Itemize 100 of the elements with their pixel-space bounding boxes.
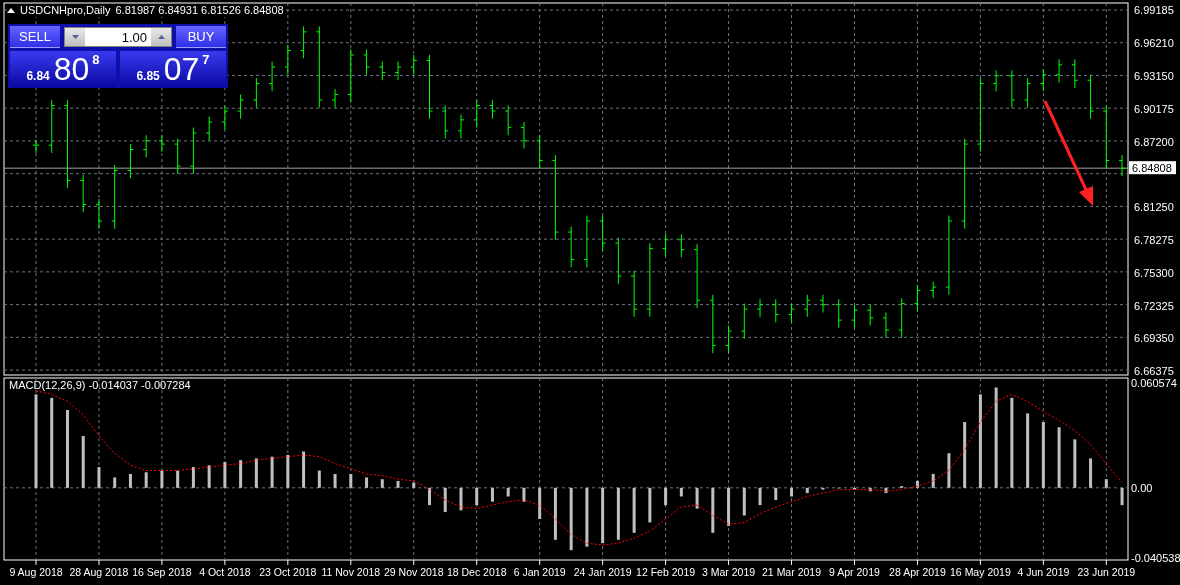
macd-bar [585, 487, 589, 547]
macd-bar [396, 480, 400, 488]
date-label: 4 Jun 2019 [1017, 566, 1070, 578]
price-bar [1008, 69, 1016, 109]
macd-bar [648, 487, 652, 523]
price-bar [740, 303, 748, 340]
price-bar [268, 61, 276, 92]
macd-bar [853, 487, 856, 490]
axis-label: 0.060574 [1131, 377, 1177, 389]
macd-bar [223, 461, 227, 488]
macd-bar [239, 460, 243, 488]
macd-bar [144, 472, 148, 488]
macd-bar [915, 480, 919, 488]
price-bar [252, 77, 260, 109]
macd-bar [931, 474, 935, 488]
axis-label: -0.040538 [1131, 552, 1180, 564]
increase-button[interactable] [151, 28, 171, 46]
macd-bar [947, 453, 951, 488]
price-bar [992, 69, 1000, 92]
price-bar [79, 174, 87, 213]
date-label: 3 Mar 2019 [702, 566, 756, 578]
price-bar [111, 164, 119, 230]
price-bar [331, 88, 339, 109]
decrease-button[interactable] [65, 28, 85, 46]
price-bar [174, 138, 182, 175]
price-bar [567, 226, 575, 268]
date-label: 23 Oct 2018 [259, 566, 317, 578]
price-bar [300, 25, 308, 59]
macd-bar [286, 454, 290, 488]
macd-bar [349, 474, 353, 488]
lot-size-field[interactable]: 1.00 [85, 28, 151, 46]
macd-bar [128, 474, 132, 488]
price-bar [1055, 58, 1063, 83]
macd-bar [160, 470, 164, 488]
macd-bar [616, 487, 620, 540]
axis-label: 6.78275 [1134, 234, 1174, 247]
price-bar [410, 54, 418, 76]
axis-label: 6.75300 [1134, 266, 1174, 279]
macd-bar [1073, 439, 1077, 488]
macd-bar [380, 479, 384, 488]
price-prefix: 6.85 [136, 69, 160, 83]
price-bar [693, 243, 701, 309]
macd-bar [884, 487, 888, 494]
sell-button[interactable]: SELL [10, 26, 60, 48]
macd-bar [679, 487, 683, 497]
price-bar [378, 61, 386, 81]
price-bar [205, 116, 213, 142]
axis-label: 6.99185 [1134, 4, 1174, 16]
price-bar [583, 215, 591, 268]
price-bar [835, 298, 843, 329]
macd-bar [774, 487, 778, 500]
macd-bar [553, 487, 557, 540]
price-bar [788, 303, 795, 323]
price-bar [504, 105, 512, 136]
axis-label: 6.81250 [1134, 201, 1174, 214]
macd-bar [632, 487, 636, 533]
axis-label: 6.69350 [1134, 332, 1174, 345]
date-label: 16 Sep 2018 [132, 566, 192, 578]
date-label: 9 Apr 2019 [829, 566, 880, 578]
date-label: 23 Jun 2019 [1077, 566, 1136, 578]
date-label: 11 Nov 2018 [321, 566, 381, 578]
collapse-icon[interactable] [7, 8, 15, 13]
price-bar [488, 99, 496, 120]
price-bar [851, 304, 858, 329]
date-label: 24 Jan 2019 [573, 566, 632, 578]
price-bar [882, 311, 890, 339]
macd-bar [506, 487, 510, 497]
macd-bar [302, 451, 306, 488]
price-bar [126, 143, 134, 179]
price-bar [284, 44, 292, 76]
price-bar [1024, 77, 1032, 109]
price-bar [347, 48, 355, 103]
macd-bar [569, 487, 573, 551]
price-bar [866, 304, 874, 327]
price-bar [772, 298, 780, 323]
axis-label: 6.87200 [1134, 135, 1174, 148]
price-bar [394, 61, 402, 81]
price-bar [536, 134, 544, 169]
macd-bar [664, 487, 668, 506]
price-bar [803, 294, 811, 318]
macd-bar [317, 470, 321, 488]
macd-bar [711, 487, 715, 533]
axis-label: 6.96210 [1134, 36, 1174, 49]
caret-down-icon [71, 35, 79, 39]
macd-bar [490, 487, 494, 502]
price-bar [473, 99, 481, 129]
date-label: 16 May 2019 [950, 566, 1011, 578]
price-bar [441, 105, 449, 140]
buy-button[interactable]: BUY [176, 26, 226, 48]
price-bar [1071, 58, 1079, 89]
macd-bar [191, 467, 195, 488]
price-bar [929, 281, 937, 299]
macd-label: MACD(12,26,9) -0.014037 -0.007284 [9, 379, 191, 391]
macd-bar [81, 435, 85, 488]
price-bar [189, 127, 197, 175]
price-bar [158, 134, 166, 153]
price-fraction: 7 [202, 52, 210, 67]
price-bar [1102, 105, 1110, 169]
date-label: 9 Aug 2018 [9, 566, 63, 578]
axis-label: 6.93150 [1134, 70, 1174, 83]
